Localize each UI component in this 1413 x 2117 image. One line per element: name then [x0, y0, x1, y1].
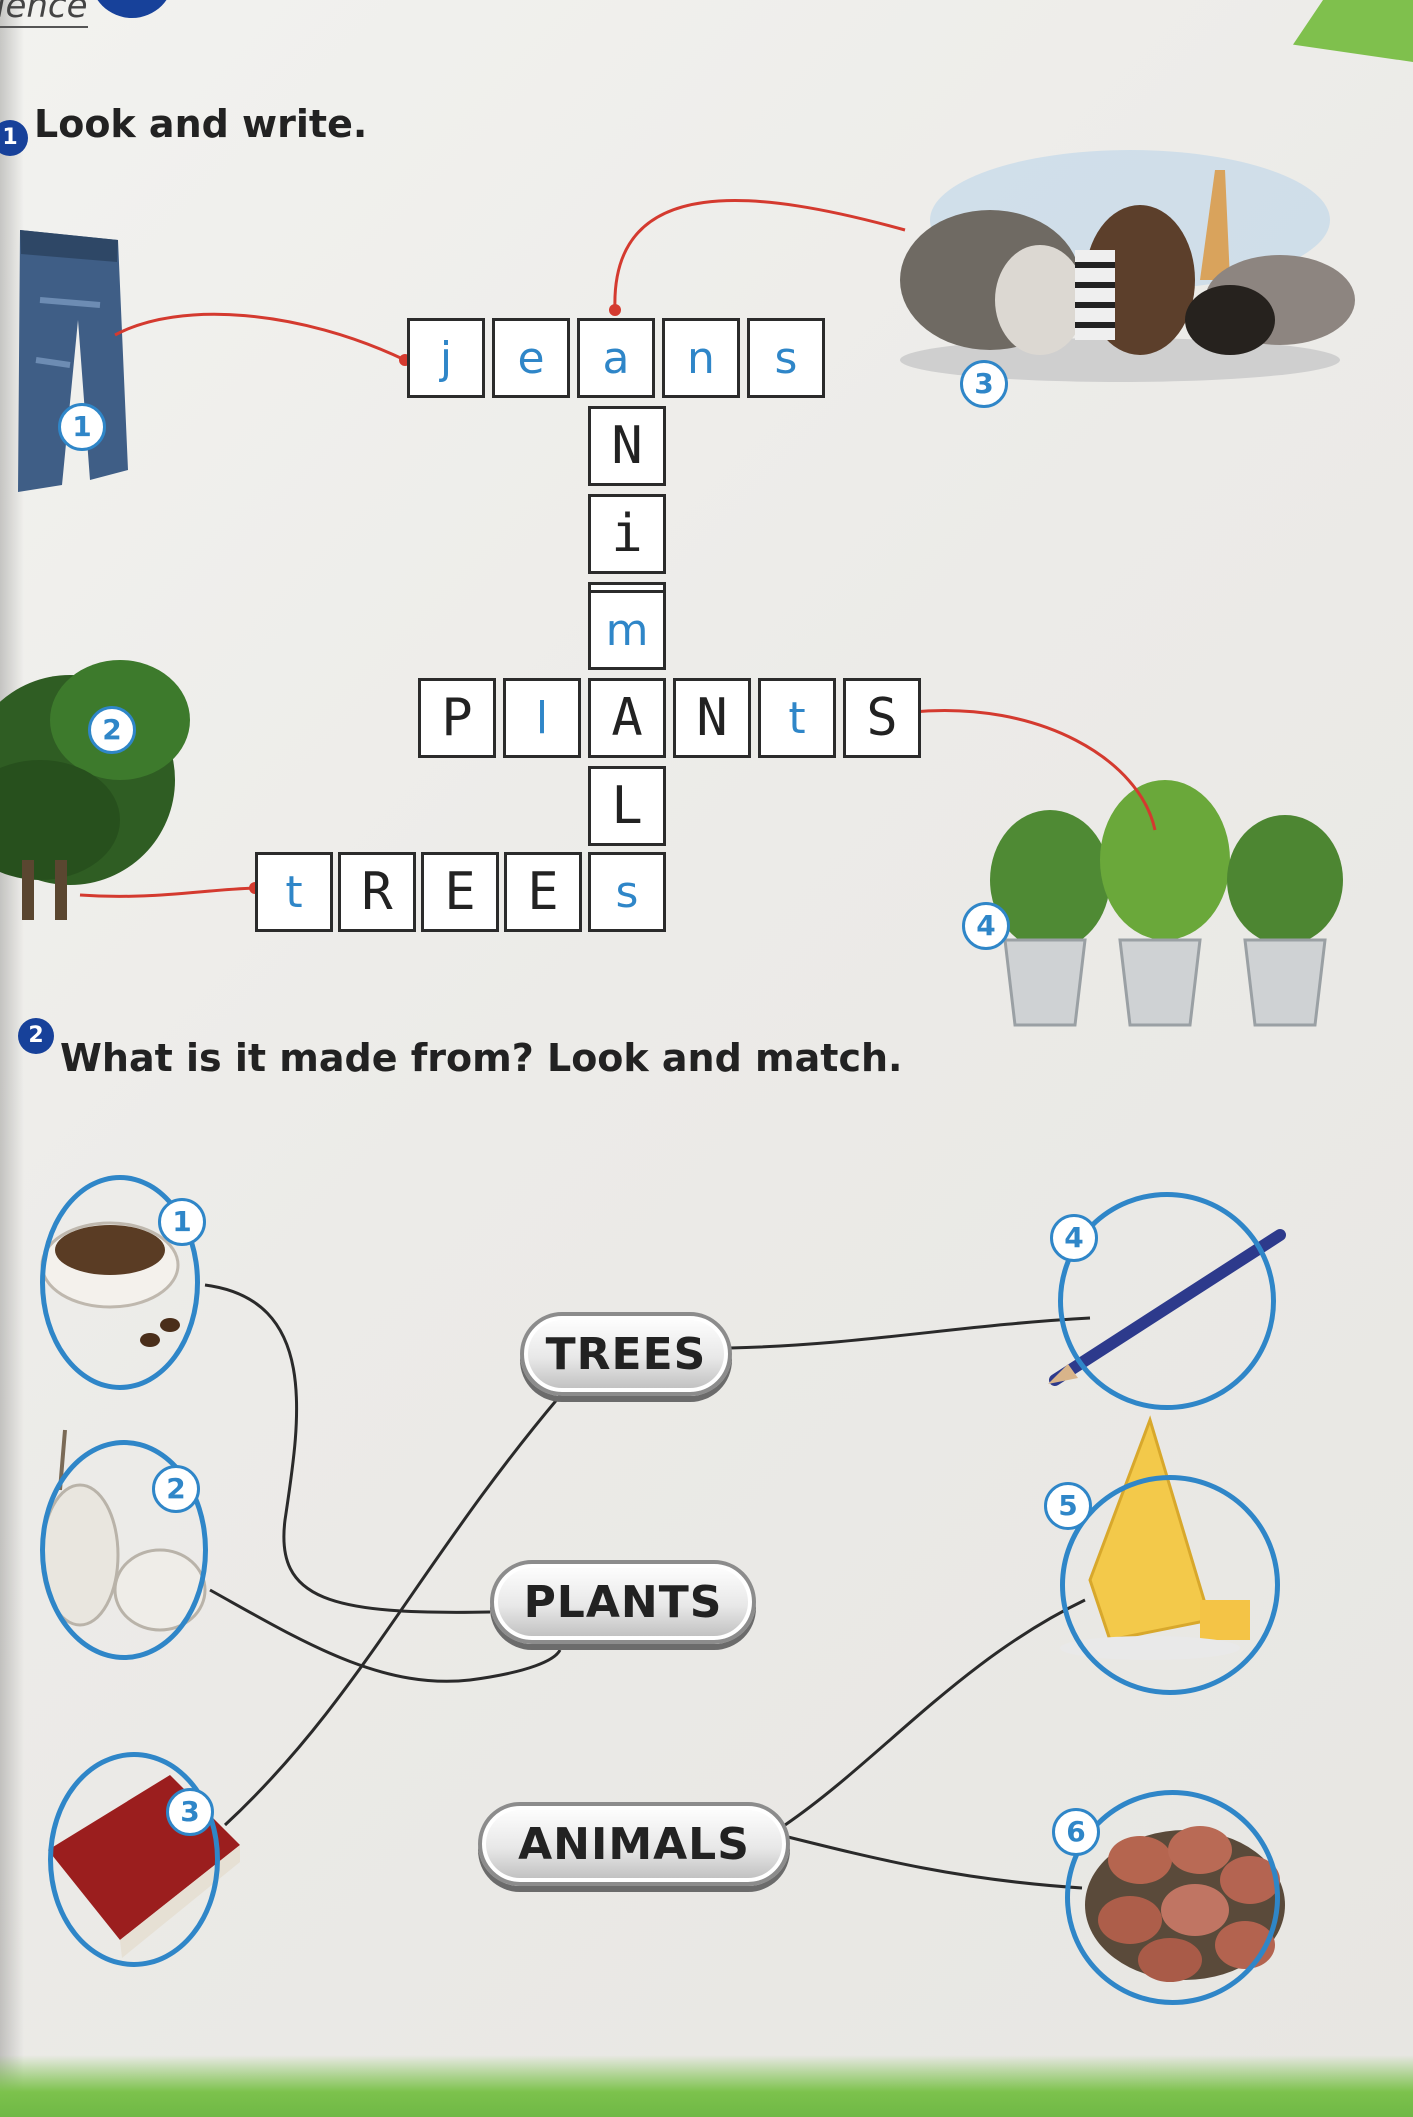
crossword-cell[interactable]: E — [421, 852, 499, 932]
section-header-badge — [90, 0, 174, 18]
crossword-cell[interactable]: a — [577, 318, 655, 398]
crossword-cell[interactable]: n — [662, 318, 740, 398]
crossword-cell[interactable]: N — [673, 678, 751, 758]
exercise-2-number: 2 — [18, 1018, 54, 1054]
crossword-cell[interactable]: A — [588, 678, 666, 758]
plants-picture — [990, 780, 1343, 1027]
crossword-cell[interactable]: P — [418, 678, 496, 758]
animals-picture — [900, 150, 1355, 382]
crossword-cell[interactable]: t — [255, 852, 333, 932]
picture-label-2: 2 — [88, 706, 136, 754]
crossword-cell[interactable]: R — [338, 852, 416, 932]
category-animals[interactable]: ANIMALS — [478, 1802, 790, 1886]
crossword-cell[interactable]: l — [503, 678, 581, 758]
crossword-cell[interactable]: j — [407, 318, 485, 398]
page-bottom-green-edge — [0, 2055, 1413, 2117]
match-label-4: 4 — [1050, 1214, 1098, 1262]
page-fold-shadow — [0, 0, 24, 2117]
picture-label-3: 3 — [960, 360, 1008, 408]
match-label-6: 6 — [1052, 1808, 1100, 1856]
crossword-cell[interactable]: s — [747, 318, 825, 398]
category-plants[interactable]: PLANTS — [490, 1560, 756, 1644]
section-header-word: ience — [0, 0, 88, 28]
match-label-1: 1 — [158, 1198, 206, 1246]
crossword-cell[interactable]: L — [588, 766, 666, 846]
category-trees[interactable]: TREES — [520, 1312, 732, 1396]
crossword-cell[interactable]: i — [588, 494, 666, 574]
picture-label-4: 4 — [962, 902, 1010, 950]
crossword-cell[interactable]: N — [588, 406, 666, 486]
exercise-2-title: What is it made from? Look and match. — [60, 1036, 903, 1080]
crossword-cell[interactable]: S — [843, 678, 921, 758]
match-label-5: 5 — [1044, 1482, 1092, 1530]
tree-picture — [0, 660, 190, 920]
jeans-picture — [18, 230, 128, 492]
match-label-3: 3 — [166, 1788, 214, 1836]
crossword-cell[interactable]: e — [492, 318, 570, 398]
picture-label-1: 1 — [58, 403, 106, 451]
corner-tab — [1293, 0, 1413, 62]
crossword-cell[interactable]: E — [504, 852, 582, 932]
exercise-1-title: Look and write. — [34, 102, 368, 146]
picture-ring-3 — [48, 1752, 220, 1967]
match-label-2: 2 — [152, 1465, 200, 1513]
crossword-cell[interactable]: m — [588, 590, 666, 670]
crossword-cell[interactable]: s — [588, 852, 666, 932]
crossword-cell[interactable]: t — [758, 678, 836, 758]
picture-ring-5 — [1060, 1475, 1280, 1695]
